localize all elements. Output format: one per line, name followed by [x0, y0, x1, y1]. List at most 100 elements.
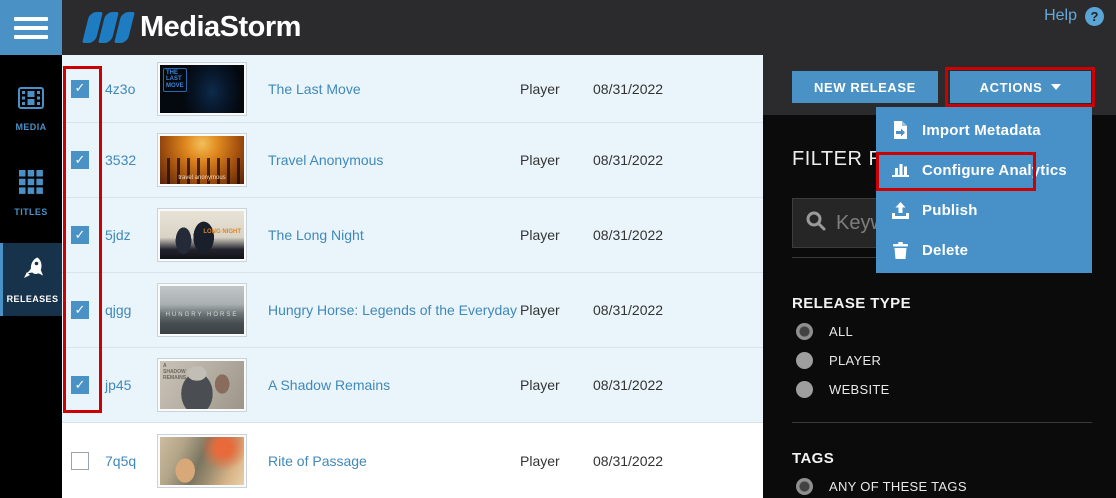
app-window: ✓ 4z3o THE LAST MOVE The Last Move Playe… — [0, 0, 1116, 498]
media-film-icon — [18, 87, 44, 114]
table-row[interactable]: 7q5q Rite of Passage Player 08/31/2022 — [62, 423, 763, 498]
release-date: 08/31/2022 — [593, 152, 663, 168]
release-date: 08/31/2022 — [593, 377, 663, 393]
release-id-link[interactable]: 7q5q — [105, 453, 136, 469]
release-type: Player — [520, 152, 560, 168]
new-release-button[interactable]: NEW RELEASE — [792, 71, 938, 103]
brand-logo: MediaStorm — [86, 0, 301, 55]
thumbnail-caption: LONG NIGHT — [203, 229, 241, 236]
sidebar-item-media[interactable]: MEDIA — [0, 77, 62, 142]
release-date: 08/31/2022 — [593, 227, 663, 243]
release-thumbnail[interactable]: travel anonymous — [158, 134, 246, 186]
search-icon — [805, 210, 827, 237]
radio-label: ALL — [829, 324, 853, 339]
radio-selected-icon[interactable] — [796, 323, 813, 340]
row-checkbox[interactable]: ✓ — [71, 301, 89, 319]
help-link[interactable]: Help ? — [1044, 0, 1104, 32]
row-checkbox[interactable]: ✓ — [71, 80, 89, 98]
release-date: 08/31/2022 — [593, 302, 663, 318]
radio-label: ANY OF THESE TAGS — [829, 479, 967, 494]
release-title-link[interactable]: Travel Anonymous — [268, 152, 383, 168]
sidebar-item-label: RELEASES — [7, 294, 59, 304]
tags-heading: TAGS — [792, 450, 834, 467]
release-thumbnail[interactable]: THE LAST MOVE — [158, 63, 246, 115]
row-checkbox[interactable]: ✓ — [71, 151, 89, 169]
release-thumbnail[interactable]: A SHADOW REMAINS — [158, 359, 246, 411]
thumbnail-caption: A SHADOW REMAINS — [163, 364, 189, 381]
release-id-link[interactable]: qjgg — [105, 302, 131, 318]
release-title-link[interactable]: The Long Night — [268, 227, 364, 243]
chevron-down-icon — [1051, 84, 1061, 90]
radio-option-website[interactable]: WEBSITE — [796, 381, 890, 398]
actions-button-label: ACTIONS — [980, 80, 1043, 95]
release-type: Player — [520, 377, 560, 393]
sidebar-item-label: TITLES — [14, 207, 47, 217]
release-type: Player — [520, 302, 560, 318]
thumbnail-caption: HUNGRY HORSE — [160, 312, 244, 319]
actions-dropdown-menu: Import Metadata Configure Analytics Publ… — [876, 107, 1092, 273]
menu-item-label: Import Metadata — [922, 122, 1041, 139]
titles-grid-icon — [19, 170, 43, 199]
radio-selected-icon[interactable] — [796, 478, 813, 495]
menu-item-import-metadata[interactable]: Import Metadata — [876, 110, 1092, 150]
release-id-link[interactable]: 5jdz — [105, 227, 131, 243]
release-title-link[interactable]: Hungry Horse: Legends of the Everyday — [268, 302, 513, 318]
release-date: 08/31/2022 — [593, 81, 663, 97]
top-header: MediaStorm Help ? — [0, 0, 1116, 55]
row-checkbox[interactable]: ✓ — [71, 376, 89, 394]
release-title-link[interactable]: A Shadow Remains — [268, 377, 390, 393]
panel-divider — [792, 422, 1092, 423]
bar-chart-icon — [891, 162, 909, 178]
help-label[interactable]: Help — [1044, 7, 1077, 25]
rocket-icon — [20, 255, 46, 286]
table-row[interactable]: ✓ 3532 travel anonymous Travel Anonymous… — [62, 123, 763, 198]
release-type: Player — [520, 453, 560, 469]
radio-option-all[interactable]: ALL — [796, 323, 853, 340]
actions-button[interactable]: ACTIONS — [950, 71, 1091, 103]
menu-item-delete[interactable]: Delete — [876, 230, 1092, 270]
table-row[interactable]: ✓ jp45 A SHADOW REMAINS A Shadow Remains… — [62, 348, 763, 423]
menu-item-configure-analytics[interactable]: Configure Analytics — [876, 150, 1092, 190]
sidebar-item-releases[interactable]: RELEASES — [0, 243, 62, 316]
row-checkbox[interactable]: ✓ — [71, 226, 89, 244]
radio-label: WEBSITE — [829, 382, 890, 397]
radio-option-player[interactable]: PLAYER — [796, 352, 881, 369]
thumbnail-caption: THE LAST MOVE — [163, 68, 187, 93]
radio-option-any-of-these-tags[interactable]: ANY OF THESE TAGS — [796, 478, 967, 495]
row-checkbox[interactable] — [71, 452, 89, 470]
release-thumbnail[interactable] — [158, 435, 246, 487]
menu-item-label: Publish — [922, 202, 978, 219]
release-type-heading: RELEASE TYPE — [792, 295, 911, 312]
sidebar: MEDIA TITLES RELEASES — [0, 55, 62, 498]
radio-unselected-icon[interactable] — [796, 381, 813, 398]
release-type: Player — [520, 227, 560, 243]
mediastorm-logo-icon — [86, 12, 131, 43]
release-id-link[interactable]: 4z3o — [105, 81, 135, 97]
release-id-link[interactable]: 3532 — [105, 152, 136, 168]
table-row[interactable]: ✓ 5jdz LONG NIGHT The Long Night Player … — [62, 198, 763, 273]
sidebar-item-label: MEDIA — [16, 122, 47, 132]
table-row[interactable]: ✓ 4z3o THE LAST MOVE The Last Move Playe… — [62, 55, 763, 123]
question-circle-icon[interactable]: ? — [1085, 7, 1104, 26]
thumbnail-caption: travel anonymous — [160, 175, 244, 182]
release-title-link[interactable]: The Last Move — [268, 81, 361, 97]
release-thumbnail[interactable]: LONG NIGHT — [158, 209, 246, 261]
upload-icon — [891, 202, 909, 219]
table-row[interactable]: ✓ qjgg HUNGRY HORSE Hungry Horse: Legend… — [62, 273, 763, 348]
file-import-icon — [891, 121, 909, 139]
hamburger-menu-button[interactable] — [0, 0, 62, 55]
menu-item-label: Delete — [922, 242, 968, 259]
radio-unselected-icon[interactable] — [796, 352, 813, 369]
release-type: Player — [520, 81, 560, 97]
radio-label: PLAYER — [829, 353, 881, 368]
release-thumbnail[interactable]: HUNGRY HORSE — [158, 284, 246, 336]
release-date: 08/31/2022 — [593, 453, 663, 469]
release-title-link[interactable]: Rite of Passage — [268, 453, 367, 469]
brand-name: MediaStorm — [140, 11, 301, 44]
releases-table: ✓ 4z3o THE LAST MOVE The Last Move Playe… — [62, 55, 763, 498]
trash-icon — [891, 242, 909, 259]
sidebar-item-titles[interactable]: TITLES — [0, 160, 62, 227]
menu-item-label: Configure Analytics — [922, 162, 1067, 179]
menu-item-publish[interactable]: Publish — [876, 190, 1092, 230]
release-id-link[interactable]: jp45 — [105, 377, 131, 393]
